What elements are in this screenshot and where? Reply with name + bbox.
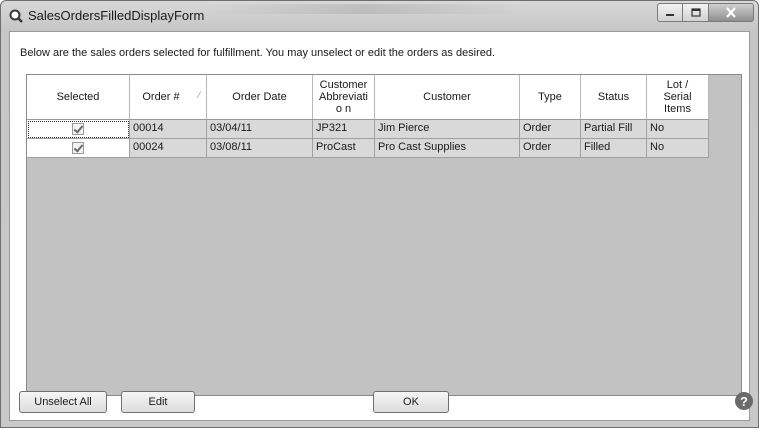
column-header-label: Order # bbox=[142, 91, 180, 103]
selected-cell[interactable] bbox=[27, 139, 130, 158]
window: SalesOrdersFilledDisplayForm Below are t… bbox=[0, 0, 759, 428]
column-header-label: Lot / Serial Items bbox=[663, 79, 692, 115]
help-icon[interactable]: ? bbox=[735, 392, 753, 410]
form-body: Below are the sales orders selected for … bbox=[9, 31, 750, 421]
magnifier-icon bbox=[9, 9, 23, 23]
status-cell[interactable]: Filled bbox=[581, 139, 647, 158]
customer-abbreviation-cell[interactable]: ProCast bbox=[313, 139, 375, 158]
sort-indicator-icon: ⁄ bbox=[198, 90, 200, 100]
order-date-cell[interactable]: 03/04/11 bbox=[207, 120, 313, 139]
close-icon bbox=[726, 7, 736, 18]
grid-header: Selected Order # ⁄ Order Date Customer Ab… bbox=[27, 75, 709, 120]
column-header-customer-abbreviation[interactable]: Customer Abbreviatio n bbox=[313, 75, 375, 119]
minimize-icon bbox=[666, 13, 674, 16]
column-header-order-date[interactable]: Order Date bbox=[207, 75, 313, 119]
type-cell[interactable]: Order bbox=[520, 139, 581, 158]
table-row[interactable]: 00014 03/04/11 JP321 Jim Pierce Order Pa… bbox=[27, 120, 709, 139]
column-header-label: Customer bbox=[423, 91, 471, 103]
lot-serial-cell[interactable]: No bbox=[647, 139, 709, 158]
instructions-text: Below are the sales orders selected for … bbox=[20, 47, 496, 59]
column-header-order-number[interactable]: Order # ⁄ bbox=[130, 75, 207, 119]
minimize-button[interactable] bbox=[657, 3, 683, 22]
unselect-all-button[interactable]: Unselect All bbox=[19, 391, 107, 413]
column-header-type[interactable]: Type bbox=[520, 75, 581, 119]
selected-checkbox[interactable] bbox=[72, 123, 84, 135]
orders-grid[interactable]: Selected Order # ⁄ Order Date Customer Ab… bbox=[26, 74, 742, 396]
status-cell[interactable]: Partial Fill bbox=[581, 120, 647, 139]
ok-button[interactable]: OK bbox=[373, 391, 449, 413]
order-number-cell[interactable]: 00024 bbox=[130, 139, 207, 158]
order-date-cell[interactable]: 03/08/11 bbox=[207, 139, 313, 158]
column-header-status[interactable]: Status bbox=[581, 75, 647, 119]
maximize-button[interactable] bbox=[683, 3, 709, 22]
title-bar-blur bbox=[206, 4, 526, 14]
column-header-label: Type bbox=[538, 91, 562, 103]
title-bar[interactable]: SalesOrdersFilledDisplayForm bbox=[1, 1, 758, 31]
close-button[interactable] bbox=[709, 3, 754, 22]
type-cell[interactable]: Order bbox=[520, 120, 581, 139]
customer-cell[interactable]: Pro Cast Supplies bbox=[375, 139, 520, 158]
column-header-label: Order Date bbox=[232, 91, 287, 103]
window-title: SalesOrdersFilledDisplayForm bbox=[28, 8, 205, 23]
selected-checkbox[interactable] bbox=[72, 142, 84, 154]
table-row[interactable]: 00024 03/08/11 ProCast Pro Cast Supplies… bbox=[27, 139, 709, 158]
column-header-label: Customer Abbreviatio n bbox=[319, 79, 368, 115]
selected-cell[interactable] bbox=[27, 120, 130, 139]
order-number-cell[interactable]: 00014 bbox=[130, 120, 207, 139]
column-header-customer[interactable]: Customer bbox=[375, 75, 520, 119]
column-header-label: Status bbox=[597, 91, 630, 103]
customer-abbreviation-cell[interactable]: JP321 bbox=[313, 120, 375, 139]
customer-cell[interactable]: Jim Pierce bbox=[375, 120, 520, 139]
column-header-label: Selected bbox=[56, 91, 100, 103]
grid-rows: 00014 03/04/11 JP321 Jim Pierce Order Pa… bbox=[27, 120, 709, 158]
column-header-selected[interactable]: Selected bbox=[27, 75, 130, 119]
lot-serial-cell[interactable]: No bbox=[647, 120, 709, 139]
edit-button[interactable]: Edit bbox=[121, 391, 195, 413]
column-header-lot-serial[interactable]: Lot / Serial Items bbox=[647, 75, 709, 119]
maximize-icon bbox=[690, 8, 701, 17]
caption-buttons bbox=[657, 3, 754, 24]
